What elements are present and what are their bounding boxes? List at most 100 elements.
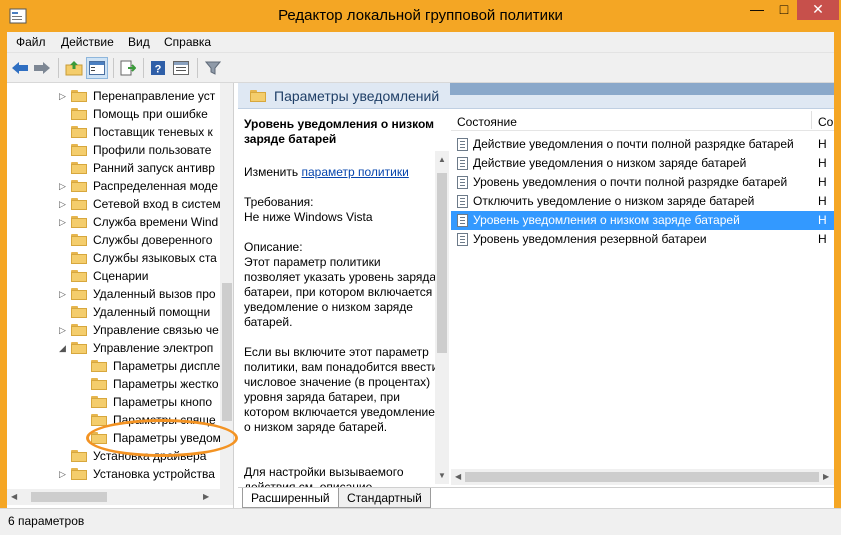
tree-item-label: Сетевой вход в систем [93, 197, 221, 211]
tree-item[interactable]: ▷ Сетевой вход в систем [7, 195, 233, 213]
column-header-state[interactable]: Со [818, 115, 833, 129]
tab-standard[interactable]: Стандартный [338, 488, 431, 508]
description-scroll-thumb[interactable] [437, 173, 447, 353]
folder-icon [71, 467, 87, 480]
tree-item[interactable]: Параметры спяще [7, 411, 233, 429]
forward-icon[interactable] [31, 57, 53, 79]
description-text-3: Для настройки вызываемого действия см. о… [244, 465, 404, 487]
tree-item[interactable]: ▷ Перенаправление уст [7, 87, 233, 105]
policy-setting-icon [457, 157, 468, 170]
list-item[interactable]: Действие уведомления о низком заряде бат… [451, 154, 834, 173]
policy-setting-icon [457, 214, 468, 227]
tree-item[interactable]: Сценарии [7, 267, 233, 285]
tree-vertical-scrollbar[interactable] [220, 83, 233, 489]
export-list-icon[interactable] [117, 57, 139, 79]
back-icon[interactable] [9, 57, 31, 79]
tree-expand-arrow-icon[interactable]: ▷ [59, 198, 69, 210]
tree-item[interactable]: ▷ Установка устройства [7, 465, 233, 483]
list-item[interactable]: Уровень уведомления о низком заряде бата… [451, 211, 834, 230]
list-item[interactable]: Уровень уведомления о почти полной разря… [451, 173, 834, 192]
description-vertical-scrollbar[interactable]: ▲ ▼ [435, 151, 449, 484]
menu-file[interactable]: Файл [16, 35, 46, 49]
tree-item-label: Служба времени Wind [93, 215, 219, 229]
close-button[interactable]: ✕ [797, 0, 839, 20]
tree-expand-arrow-icon[interactable]: ▷ [59, 216, 69, 228]
folder-icon [71, 251, 87, 264]
scroll-down-arrow-icon[interactable]: ▼ [438, 471, 446, 480]
tree-item-label: Параметры жестко [113, 377, 219, 391]
tree-item-label: Параметры кнопо [113, 395, 213, 409]
tree-item[interactable]: Параметры уведом [7, 429, 233, 447]
tree-item-label: Удаленный помощни [93, 305, 211, 319]
tree-item-label: Перенаправление уст [93, 89, 216, 103]
folder-icon [91, 395, 107, 408]
list-item-label: Уровень уведомления о почти полной разря… [473, 175, 788, 189]
edit-policy-link[interactable]: параметр политики [301, 165, 408, 179]
description-panel: Уровень уведомления о низком заряде бата… [238, 109, 451, 487]
maximize-button[interactable]: □ [771, 0, 797, 20]
list-item[interactable]: Отключить уведомление о низком заряде ба… [451, 192, 834, 211]
tree-item[interactable]: ▷ Удаленный вызов про [7, 285, 233, 303]
requirements-text: Требования: Не ниже Windows Vista [244, 195, 373, 224]
toolbar-separator [113, 58, 114, 78]
tree-expand-arrow-icon[interactable]: ▷ [59, 324, 69, 336]
tree-item[interactable]: Службы языковых ста [7, 249, 233, 267]
scroll-right-arrow-icon[interactable]: ▶ [823, 472, 829, 481]
view-tabs: Расширенный Стандартный [238, 487, 834, 509]
list-horizontal-scroll-thumb[interactable] [465, 472, 819, 482]
tree-item[interactable]: Параметры жестко [7, 375, 233, 393]
title-bar[interactable]: Редактор локальной групповой политики — … [0, 0, 841, 32]
menu-help[interactable]: Справка [164, 35, 211, 49]
tree-item[interactable]: Параметры диспле [7, 357, 233, 375]
list-item-state: Н [818, 175, 827, 189]
tree-item[interactable]: Параметры кнопо [7, 393, 233, 411]
policy-title: Уровень уведомления о низком заряде бата… [244, 117, 435, 146]
tree-horizontal-scrollbar[interactable]: ◀ ▶ [7, 489, 233, 505]
scroll-left-arrow-icon[interactable]: ◀ [455, 472, 461, 481]
tree-item[interactable]: Удаленный помощни [7, 303, 233, 321]
tree-expand-arrow-icon[interactable]: ▷ [59, 180, 69, 192]
folder-icon [91, 359, 107, 372]
tree-item-label: Поставщик теневых к [93, 125, 213, 139]
tree-item[interactable]: ▷ Распределенная моде [7, 177, 233, 195]
description-text-2: Если вы включите этот параметр политики,… [244, 345, 439, 434]
edit-policy-prefix: Изменить [244, 165, 302, 179]
tree-collapse-arrow-icon[interactable]: ◢ [59, 342, 69, 354]
tree-item[interactable]: Профили пользовате [7, 141, 233, 159]
list-item[interactable]: Уровень уведомления резервной батареи Н [451, 230, 834, 249]
tab-extended[interactable]: Расширенный [242, 488, 339, 508]
tree-item-label: Службы доверенного [93, 233, 213, 247]
column-divider[interactable] [811, 111, 812, 129]
tree-expand-arrow-icon[interactable]: ▷ [59, 468, 69, 480]
list-horizontal-scrollbar[interactable]: ◀ ▶ [451, 469, 834, 485]
help-icon[interactable]: ? [147, 57, 169, 79]
tree-item[interactable]: Установка драйвера [7, 447, 233, 465]
tree-item[interactable]: Службы доверенного [7, 231, 233, 249]
show-hide-tree-icon[interactable] [86, 57, 108, 79]
scroll-left-arrow-icon[interactable]: ◀ [11, 492, 17, 501]
tree-item[interactable]: ▷ Управление связью че [7, 321, 233, 339]
tree-item[interactable]: Помощь при ошибке [7, 105, 233, 123]
menu-action[interactable]: Действие [61, 35, 114, 49]
column-header-setting[interactable]: Состояние [457, 115, 517, 129]
properties-icon[interactable] [170, 57, 192, 79]
tree-vertical-scroll-thumb[interactable] [222, 283, 232, 421]
policy-setting-icon [457, 195, 468, 208]
folder-icon [71, 215, 87, 228]
tree-expand-arrow-icon[interactable]: ▷ [59, 90, 69, 102]
tree-item[interactable]: ◢ Управление электроп [7, 339, 233, 357]
tree-item[interactable]: Поставщик теневых к [7, 123, 233, 141]
up-folder-icon[interactable] [63, 57, 85, 79]
tree-item[interactable]: ▷ Служба времени Wind [7, 213, 233, 231]
tree-expand-arrow-icon[interactable]: ▷ [59, 288, 69, 300]
scroll-up-arrow-icon[interactable]: ▲ [438, 155, 446, 164]
list-item[interactable]: Действие уведомления о почти полной разр… [451, 135, 834, 154]
minimize-button[interactable]: — [743, 0, 771, 20]
tree-item[interactable]: Ранний запуск антивр [7, 159, 233, 177]
menu-view[interactable]: Вид [128, 35, 150, 49]
filter-icon[interactable] [202, 57, 224, 79]
tree-horizontal-scroll-thumb[interactable] [31, 492, 107, 502]
scroll-right-arrow-icon[interactable]: ▶ [203, 492, 209, 501]
status-text: 6 параметров [8, 514, 85, 528]
toolbar: ? [7, 52, 834, 82]
